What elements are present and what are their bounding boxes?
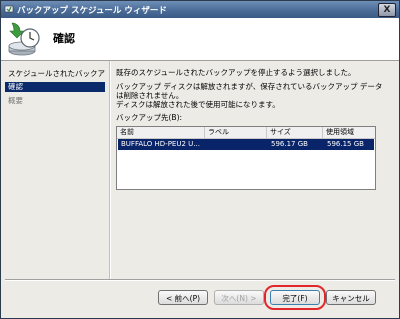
column-label[interactable]: ラベル <box>205 127 267 138</box>
wizard-steps: スケジュールされたバックア... 確認 概要 <box>5 65 105 279</box>
cancel-button[interactable]: キャンセル <box>326 290 376 305</box>
wizard-window: バックアップ スケジュール ウィザード X 確認 スケジュールされたバックア..… <box>0 0 400 319</box>
list-header: 名前 ラベル サイズ 使用領域 <box>117 127 375 139</box>
row-name: BUFFALO HD-PEU2 U... <box>121 140 200 148</box>
column-used[interactable]: 使用領域 <box>323 127 375 138</box>
highlight-ring <box>264 285 326 310</box>
column-name[interactable]: 名前 <box>117 127 205 138</box>
next-button[interactable]: 次へ(N) > <box>214 290 264 305</box>
close-button[interactable]: X <box>378 3 396 17</box>
back-button[interactable]: < 前へ(P) <box>158 290 208 305</box>
title-bar[interactable]: バックアップ スケジュール ウィザード X <box>1 1 399 18</box>
step-schedule[interactable]: スケジュールされたバックア... <box>5 69 105 79</box>
destination-list[interactable]: 名前 ラベル サイズ 使用領域 BUFFALO HD-PEU2 U... 596… <box>116 126 376 190</box>
step-confirm[interactable]: 確認 <box>5 82 105 92</box>
column-size[interactable]: サイズ <box>267 127 323 138</box>
table-row[interactable]: BUFFALO HD-PEU2 U... 596.17 GB 596.15 GB <box>118 139 374 150</box>
step-summary[interactable]: 概要 <box>5 96 105 106</box>
destination-label: バックアップ先(B): <box>116 113 183 122</box>
message-stop: 既存のスケジュールされたバックアップを停止するよう選択しました。 <box>116 68 356 77</box>
sidebar-divider <box>109 61 111 279</box>
message-available: ディスクは解放された後で使用可能になります。 <box>116 100 280 109</box>
row-label <box>206 139 268 150</box>
backup-app-icon <box>4 5 14 13</box>
backup-clock-icon <box>8 22 40 56</box>
message-release: バックアップ ディスクは解放されますが、保存されているバックアップ データは削除… <box>116 82 383 100</box>
window-title: バックアップ スケジュール ウィザード <box>17 6 167 16</box>
row-size: 596.17 GB <box>271 140 308 148</box>
row-used: 596.15 GB <box>327 140 364 148</box>
button-divider <box>5 279 395 281</box>
page-title: 確認 <box>53 32 75 45</box>
wizard-header: 確認 <box>1 18 399 61</box>
